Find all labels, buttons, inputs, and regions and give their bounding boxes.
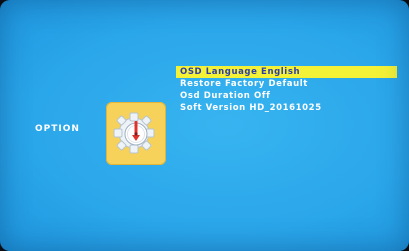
- menu-item-osd-language[interactable]: OSD Language English: [176, 66, 397, 78]
- menu-item-osd-duration[interactable]: Osd Duration Off: [176, 90, 397, 102]
- menu-item-restore-factory-default[interactable]: Restore Factory Default: [176, 78, 397, 90]
- menu-item-soft-version: Soft Version HD_20161025: [176, 102, 397, 114]
- menu-item-label: Soft Version HD_20161025: [180, 103, 322, 113]
- menu-item-label: Restore Factory Default: [180, 79, 308, 89]
- menu-item-label: OSD Language English: [180, 67, 301, 77]
- menu-item-label: Osd Duration Off: [180, 91, 271, 101]
- options-menu: OSD Language English Restore Factory Def…: [176, 66, 397, 114]
- gear-clock-icon: [113, 112, 155, 154]
- osd-screen: OPTION OSD Language English Restore Fact…: [0, 0, 409, 251]
- section-label-option: OPTION: [35, 124, 80, 134]
- option-tile[interactable]: [106, 102, 166, 165]
